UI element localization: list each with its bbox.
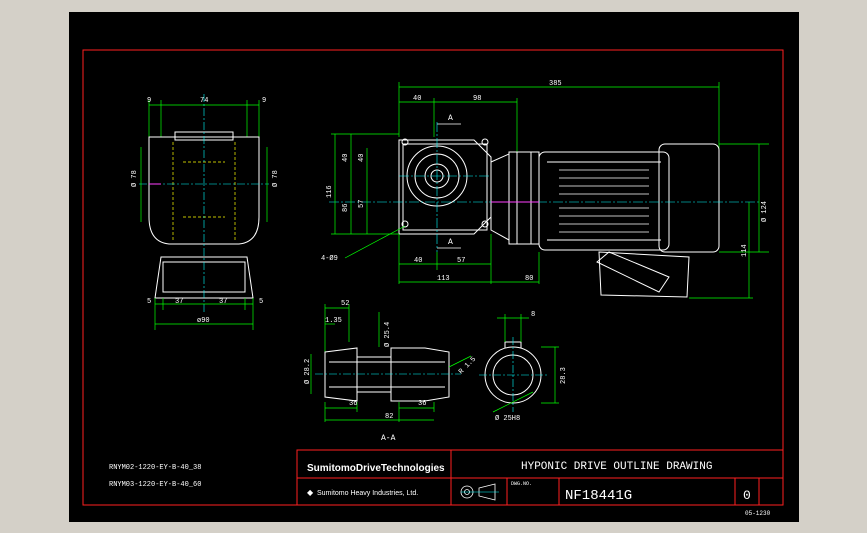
drawing-no-label: DWG.NO. xyxy=(511,481,532,487)
dim-section-bottom-36b: 36 xyxy=(418,400,426,408)
section-caption: A-A xyxy=(381,434,396,443)
dim-section-bottom-36a: 36 xyxy=(349,400,357,408)
drawing-title: HYPONIC DRIVE OUTLINE DRAWING xyxy=(521,461,712,473)
sheet-code: 05-1230 xyxy=(745,510,771,517)
dim-main-top-2: 98 xyxy=(473,95,481,103)
dim-main-top-1: 40 xyxy=(413,95,421,103)
dim-section-bottom-82: 82 xyxy=(385,413,393,421)
dim-key-width: 8 xyxy=(531,311,535,319)
dim-main-bottom-80: 80 xyxy=(525,275,533,283)
section-a-a-view: 52 1.35 Ø 25.4 Ø 28.2 R 1.5 36 36 82 A-A xyxy=(303,300,568,443)
window-chrome-right xyxy=(799,0,867,533)
dim-section-top-135: 1.35 xyxy=(325,317,342,325)
dim-key-depth: 28.3 xyxy=(560,367,568,384)
dim-left-dia-right: Ø 78 xyxy=(271,170,280,187)
brand-logo-text: SumitomoDriveTechnologies xyxy=(307,463,445,474)
dim-section-left: Ø 28.2 xyxy=(303,359,312,384)
dim-left-base: ø90 xyxy=(197,317,210,325)
dim-main-left-86: 86 xyxy=(342,204,350,212)
dim-left-bottom-2: 37 xyxy=(175,298,183,306)
section-mark-top: A xyxy=(448,114,453,123)
dim-main-left-40a: 40 xyxy=(342,154,350,162)
dim-main-height-116: 116 xyxy=(326,185,334,198)
dim-main-bottom-113: 113 xyxy=(437,275,450,283)
hole-note: 4-Ø9 xyxy=(321,254,338,263)
drawing-frame xyxy=(82,49,784,506)
dim-section-top-52: 52 xyxy=(341,300,349,308)
drawing-number: NF18441G xyxy=(565,488,632,504)
outline-drawing: 9 74 9 Ø 78 Ø 78 5 37 37 5 ø90 385 40 98… xyxy=(82,49,784,517)
dim-main-bottom-40: 40 xyxy=(414,257,422,265)
left-side-view: 9 74 9 Ø 78 Ø 78 5 37 37 5 ø90 xyxy=(130,94,280,330)
dim-overall-length: 385 xyxy=(549,80,562,88)
dim-section-bore: Ø 25.4 xyxy=(383,322,392,347)
projection-symbol-icon xyxy=(460,483,499,501)
company-logo-icon: ◆ xyxy=(307,488,314,497)
main-front-view: 385 40 98 A A 116 40 40 86 57 4-Ø9 40 57… xyxy=(321,80,769,299)
dim-left-top-3: 9 xyxy=(262,97,266,105)
dim-left-bottom-4: 5 xyxy=(259,298,263,306)
dim-section-chamfer: R 1.5 xyxy=(457,356,478,377)
title-block: SumitomoDriveTechnologies Sumitomo Heavy… xyxy=(296,449,784,506)
dim-shaft-dia: Ø 25H8 xyxy=(495,414,520,423)
dim-left-bottom-3: 37 xyxy=(219,298,227,306)
section-mark-bottom: A xyxy=(448,238,453,247)
company-name: Sumitomo Heavy Industries, Ltd. xyxy=(317,490,418,497)
dim-main-left-57: 57 xyxy=(358,200,366,208)
revision: 0 xyxy=(743,488,751,503)
dim-main-bottom-57: 57 xyxy=(457,257,465,265)
dim-left-bottom-1: 5 xyxy=(147,298,151,306)
dim-left-dia-left: Ø 78 xyxy=(130,170,139,187)
cad-viewport[interactable]: 9 74 9 Ø 78 Ø 78 5 37 37 5 ø90 385 40 98… xyxy=(69,12,799,522)
dim-motor-dia: Ø 124 xyxy=(760,201,769,222)
dim-main-left-40b: 40 xyxy=(358,154,366,162)
model-note-1: RNYM02-1220-EY-B-40_38 xyxy=(109,464,201,472)
dim-left-top-1: 9 xyxy=(147,97,151,105)
dim-main-height-114: 114 xyxy=(741,244,749,257)
model-note-2: RNYM03-1220-EY-B-40_60 xyxy=(109,481,201,489)
